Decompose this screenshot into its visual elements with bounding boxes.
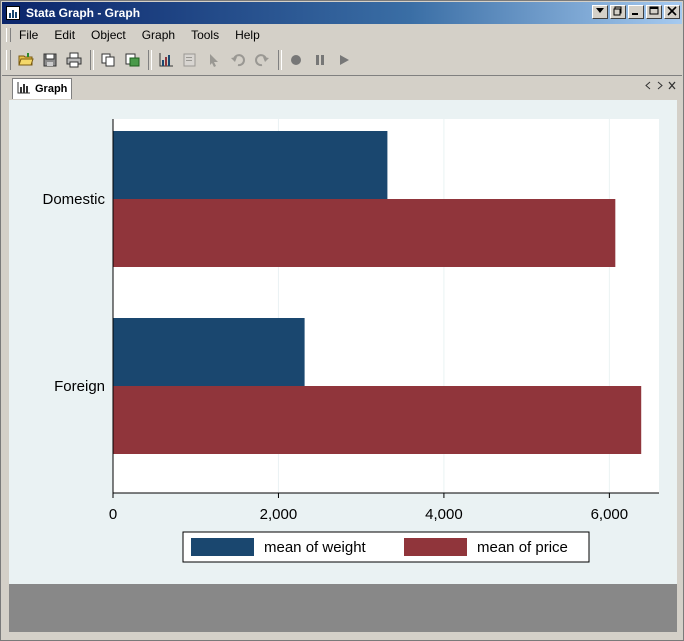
bar-price-foreign [113,386,642,454]
scroll-right-icon[interactable] [656,81,664,93]
redo-icon[interactable] [251,49,273,71]
menu-edit[interactable]: Edit [46,28,83,42]
close-tab-icon[interactable] [668,81,676,93]
open-graph-icon[interactable] [15,49,37,71]
title-bar[interactable]: Stata Graph - Graph [2,2,682,24]
menu-tools[interactable]: Tools [183,28,227,42]
status-area [9,584,677,632]
window-title: Stata Graph - Graph [26,6,141,20]
graph-window: Stata Graph - Graph File Edit Object Gra… [0,0,684,641]
menu-bar: File Edit Object Graph Tools Help [2,25,682,45]
toolbar-separator [278,50,282,70]
dock-icon[interactable] [592,5,608,19]
graph-editor-icon[interactable] [155,49,177,71]
toolbar-separator [90,50,94,70]
undo-icon[interactable] [227,49,249,71]
bar-weight-foreign [113,318,305,386]
tab-graph-label: Graph [35,83,68,95]
window-frame-left [2,99,9,639]
menu-help[interactable]: Help [227,28,268,42]
menu-file[interactable]: File [11,28,46,42]
bar-chart: Domestic Foreign 0 2,000 4,000 6,000 mean of w… [42,119,659,563]
rename-icon[interactable] [121,49,143,71]
x-tick-label: 6,000 [591,506,629,523]
bar-weight-domestic [113,131,388,199]
record-icon[interactable] [285,49,307,71]
toolbar [2,46,682,74]
save-icon[interactable] [39,49,61,71]
x-tick-label: 4,000 [425,506,463,523]
pause-icon[interactable] [309,49,331,71]
object-browser-icon[interactable] [179,49,201,71]
tab-bar: Graph [2,75,682,100]
maximize-button[interactable] [646,5,662,19]
legend-swatch-weight [191,538,254,556]
pointer-icon[interactable] [203,49,225,71]
category-label-foreign: Foreign [54,378,105,395]
copy-icon[interactable] [97,49,119,71]
window-frame-right [677,99,683,639]
scroll-left-icon[interactable] [644,81,652,93]
category-label-domestic: Domestic [42,191,105,208]
bar-price-domestic [113,199,616,267]
minimize-button[interactable] [628,5,644,19]
menu-object[interactable]: Object [83,28,134,42]
close-button[interactable] [664,5,680,19]
restore-icon[interactable] [610,5,626,19]
print-icon[interactable] [63,49,85,71]
legend-label-price: mean of price [477,539,568,556]
toolbar-grip [6,50,11,70]
legend-label-weight: mean of weight [264,539,367,556]
x-tick-label: 0 [109,506,117,523]
stata-graph-icon [6,6,20,20]
menu-graph[interactable]: Graph [134,28,183,42]
graph-tab-icon [17,81,31,97]
tab-graph[interactable]: Graph [12,78,73,99]
play-icon[interactable] [333,49,355,71]
graph-canvas: Domestic Foreign 0 2,000 4,000 6,000 mean of w… [9,100,677,584]
legend-swatch-price [404,538,467,556]
x-tick-label: 2,000 [260,506,298,523]
toolbar-separator [148,50,152,70]
